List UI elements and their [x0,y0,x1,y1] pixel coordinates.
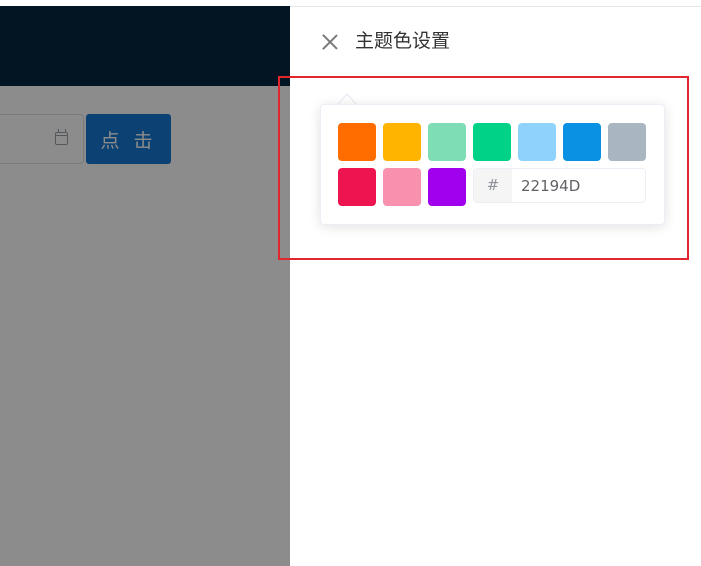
color-swatch-light-blue[interactable] [518,123,556,161]
color-swatch-green[interactable] [473,123,511,161]
color-swatch-pink[interactable] [383,168,421,206]
app-header [0,6,290,86]
color-swatch-gray[interactable] [608,123,646,161]
close-icon[interactable] [321,33,339,51]
color-swatch-blue[interactable] [563,123,601,161]
color-swatch-crimson[interactable] [338,168,376,206]
hex-prefix: # [474,169,512,202]
drawer-header: 主题色设置 [290,7,701,77]
color-swatch-mint[interactable] [428,123,466,161]
color-swatch-purple[interactable] [428,168,466,206]
color-swatch-orange[interactable] [338,123,376,161]
screen: 点 击 主题色设置 # [0,0,701,566]
hex-color-input[interactable] [512,169,645,202]
theme-color-drawer: 主题色设置 [290,6,701,566]
drawer-mask[interactable] [0,86,290,566]
color-swatch-amber[interactable] [383,123,421,161]
drawer-title: 主题色设置 [355,30,451,52]
popover-arrow [337,93,357,105]
hex-color-field: # [473,168,646,203]
